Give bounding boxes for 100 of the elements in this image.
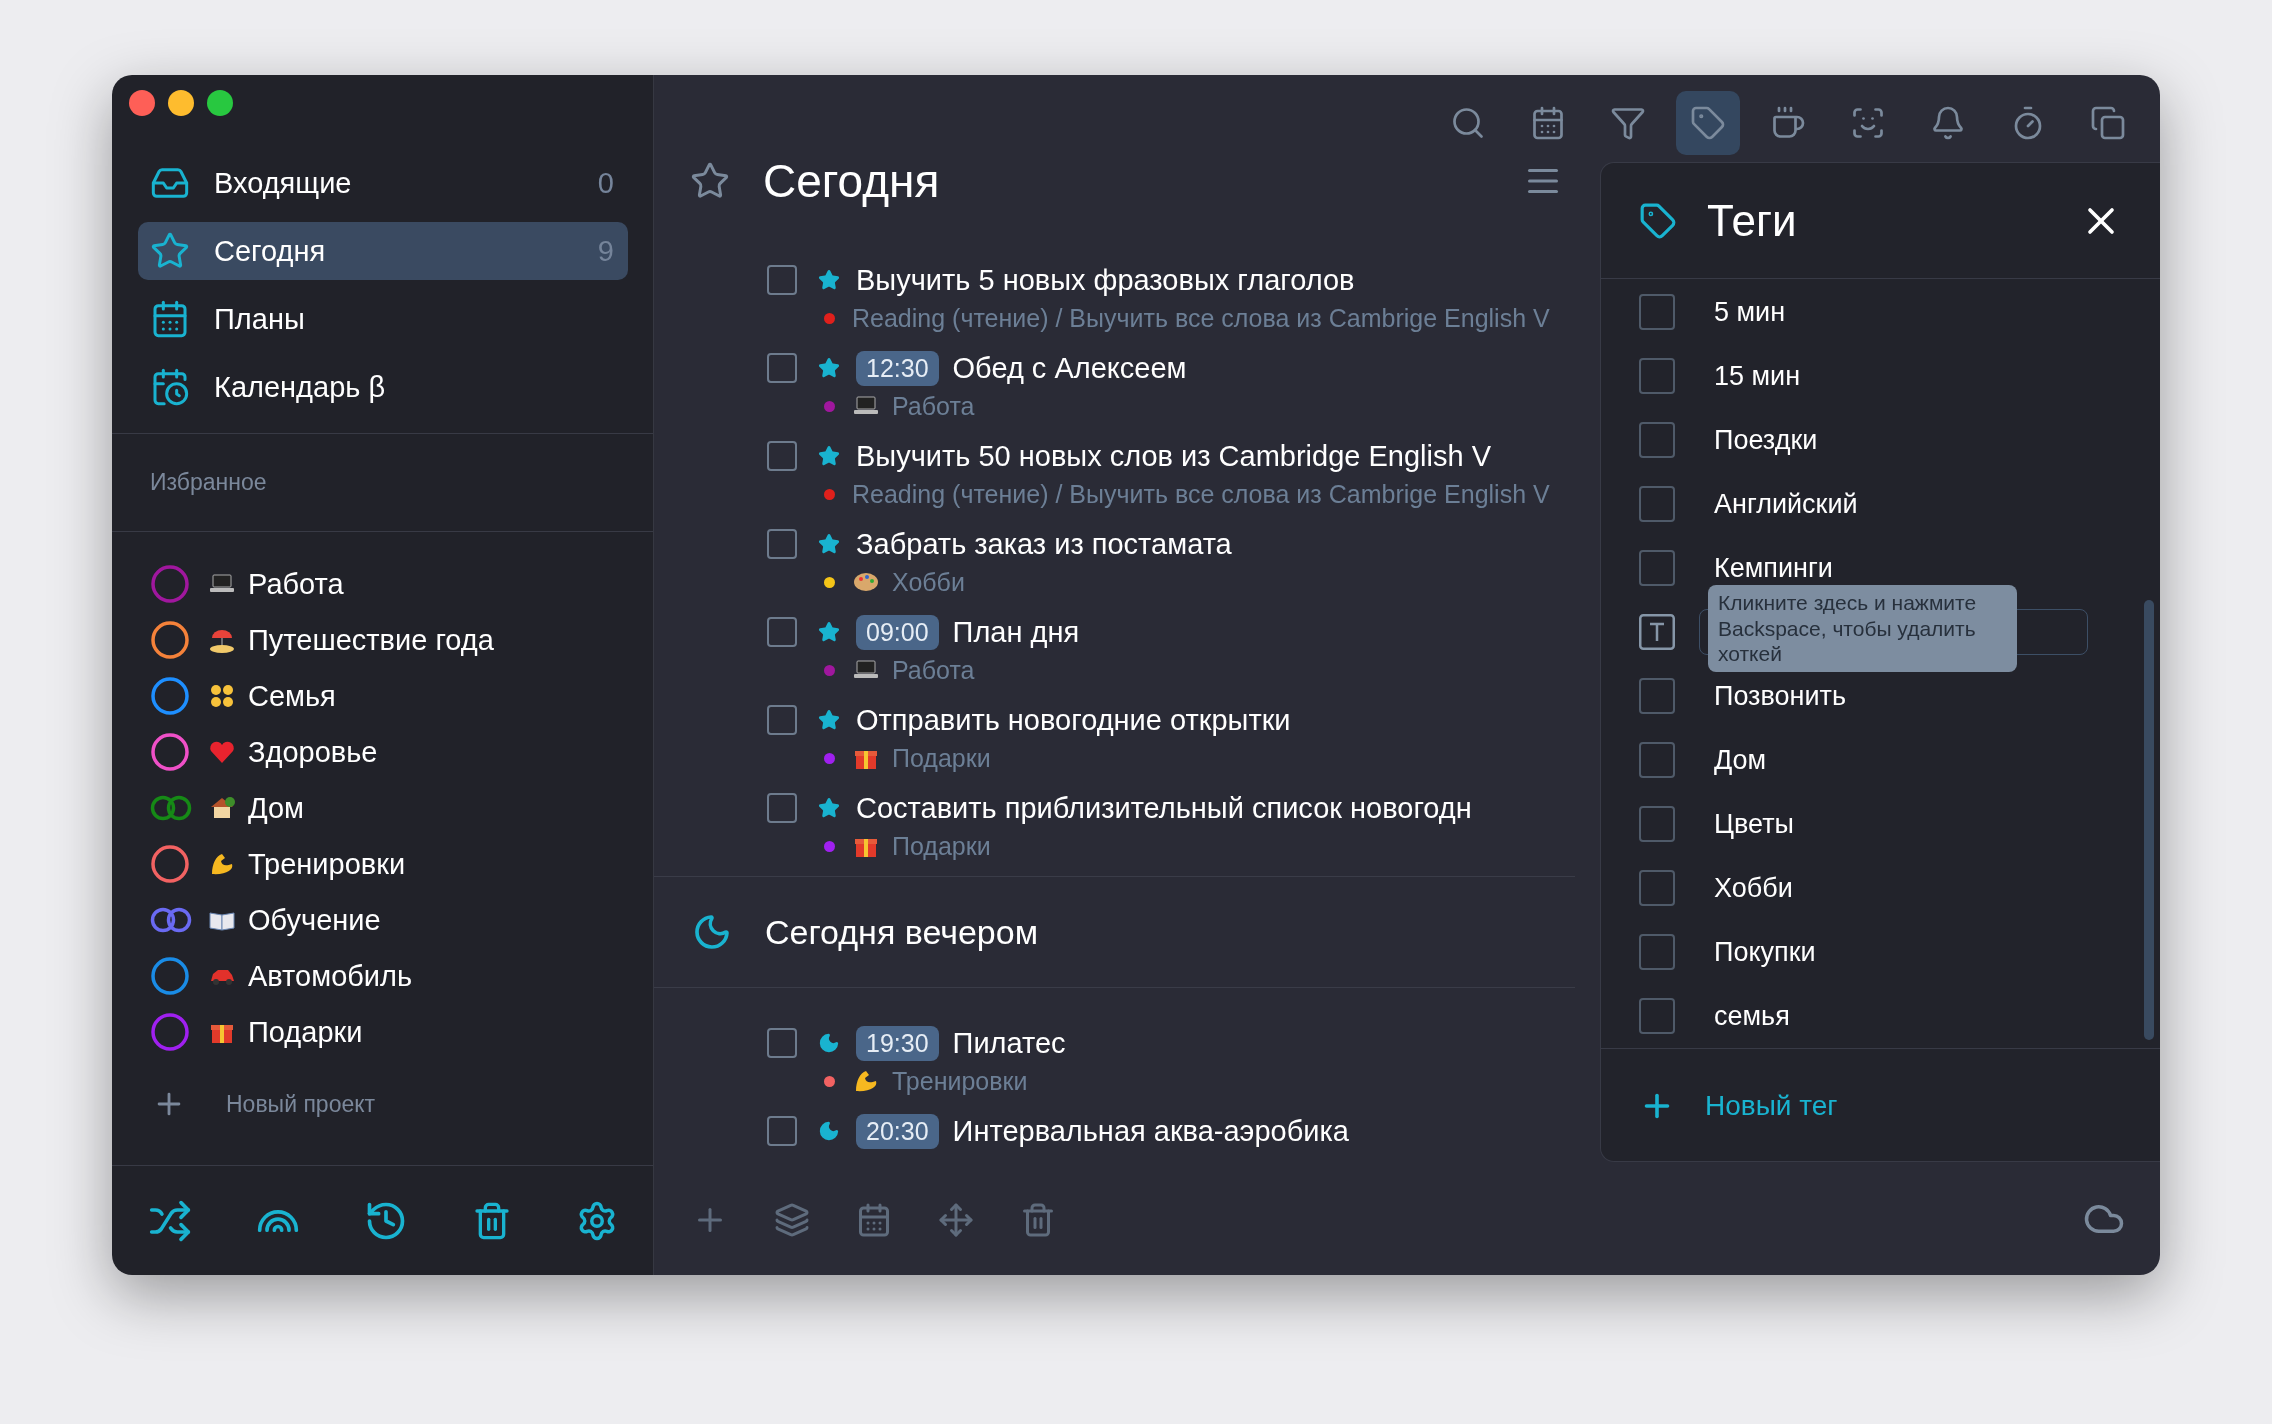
- project-item[interactable]: Подарки: [150, 1004, 653, 1060]
- project-item[interactable]: Обучение: [150, 892, 653, 948]
- minimize-window-button[interactable]: [168, 90, 194, 116]
- task-checkbox[interactable]: [767, 1028, 797, 1058]
- task-checkbox[interactable]: [767, 1116, 797, 1146]
- new-tag-label: Новый тег: [1705, 1089, 1838, 1122]
- family-icon: [208, 682, 236, 710]
- task-project: Reading (чтение) / Выучить все слова из Cambrige English V: [852, 303, 1550, 333]
- task-project: Работа: [892, 655, 975, 685]
- task-checkbox[interactable]: [767, 353, 797, 383]
- nav-count: 9: [597, 234, 614, 268]
- tag-checkbox[interactable]: [1639, 422, 1675, 458]
- nav-item[interactable]: Календарь β: [138, 358, 628, 416]
- project-label: Обучение: [248, 903, 381, 937]
- task-title[interactable]: Интервальная аква-аэробика: [952, 1114, 1349, 1148]
- task-title[interactable]: Составить приблизительный список новогодн: [856, 791, 1472, 825]
- project-label: Автомобиль: [248, 959, 413, 993]
- tag-label[interactable]: Кемпинги: [1714, 552, 1833, 584]
- tag-label[interactable]: Дом: [1714, 744, 1767, 776]
- nav-item[interactable]: Входящие 0: [138, 154, 628, 212]
- trash-icon[interactable]: [1020, 1202, 1056, 1238]
- task-checkbox[interactable]: [767, 529, 797, 559]
- star-icon: [818, 533, 840, 555]
- project-item[interactable]: Семья: [150, 668, 653, 724]
- nav-label: Входящие: [214, 166, 352, 200]
- task-checkbox[interactable]: [767, 617, 797, 647]
- task-project: Подарки: [892, 743, 991, 773]
- close-window-button[interactable]: [129, 90, 155, 116]
- nav-label: Сегодня: [214, 234, 326, 268]
- section-heading: Избранное: [150, 469, 267, 496]
- tag-label[interactable]: 5 мин: [1714, 296, 1786, 328]
- nav-item[interactable]: Сегодня 9: [138, 222, 628, 280]
- task-project: Работа: [892, 391, 975, 421]
- project-item[interactable]: Дом: [150, 780, 653, 836]
- nav-item[interactable]: Планы: [138, 290, 628, 348]
- task-title[interactable]: Обед с Алексеем: [952, 351, 1187, 385]
- tag-checkbox[interactable]: [1639, 486, 1675, 522]
- tag-checkbox[interactable]: [1639, 806, 1675, 842]
- tag-checkbox[interactable]: [1639, 550, 1675, 586]
- layers-icon[interactable]: [774, 1202, 810, 1238]
- tag-label[interactable]: Поездки: [1714, 424, 1818, 456]
- section-title: Сегодня вечером: [765, 912, 1039, 952]
- project-item[interactable]: Автомобиль: [150, 948, 653, 1004]
- tag-label[interactable]: Цветы: [1714, 808, 1794, 840]
- star-icon: [690, 161, 730, 201]
- task-title[interactable]: Выучить 5 новых фразовых глаголов: [856, 263, 1355, 297]
- project-label: Здоровье: [248, 735, 378, 769]
- tag-checkbox[interactable]: [1639, 934, 1675, 970]
- star-icon: [818, 709, 840, 731]
- task-title[interactable]: План дня: [952, 615, 1080, 649]
- nav-label: Планы: [214, 302, 305, 336]
- task-checkbox[interactable]: [767, 705, 797, 735]
- tag-checkbox[interactable]: [1639, 742, 1675, 778]
- moon-icon: [818, 1032, 840, 1054]
- task-title[interactable]: Выучить 50 новых слов из Cambridge English V: [856, 439, 1491, 473]
- task-checkbox[interactable]: [767, 441, 797, 471]
- tag-checkbox[interactable]: [1639, 678, 1675, 714]
- tag-label[interactable]: Покупки: [1714, 936, 1816, 968]
- tag-checkbox[interactable]: [1639, 358, 1675, 394]
- project-label: Дом: [248, 791, 305, 825]
- task-project: Тренировки: [892, 1066, 1028, 1096]
- zoom-window-button[interactable]: [207, 90, 233, 116]
- tag-checkbox[interactable]: [1639, 998, 1675, 1034]
- project-item[interactable]: Здоровье: [150, 724, 653, 780]
- calendar-icon[interactable]: [856, 1202, 892, 1238]
- text-format-icon[interactable]: [1639, 614, 1675, 650]
- shuffle-icon[interactable]: [148, 1198, 192, 1243]
- panel-title: Теги: [1707, 195, 1798, 246]
- scrollbar[interactable]: [2144, 600, 2154, 1040]
- star-icon: [818, 621, 840, 643]
- project-item[interactable]: Путешествие года: [150, 612, 653, 668]
- project-label: Тренировки: [248, 847, 406, 881]
- task-project: Reading (чтение) / Выучить все слова из Cambrige English V: [852, 479, 1550, 509]
- star-icon: [818, 269, 840, 291]
- tag-label[interactable]: Позвонить: [1714, 680, 1846, 712]
- star-icon: [818, 357, 840, 379]
- task-title[interactable]: Отправить новогодние открытки: [856, 703, 1291, 737]
- tag-button[interactable]: [1676, 91, 1740, 155]
- project-label: Семья: [248, 679, 336, 713]
- tag-checkbox[interactable]: [1639, 870, 1675, 906]
- new-tag-button[interactable]: Новый тег: [1639, 1087, 1838, 1124]
- list-title: Сегодня: [763, 154, 940, 208]
- project-item[interactable]: Работа: [150, 556, 653, 612]
- coffee-icon: [1770, 105, 1806, 141]
- tag-label[interactable]: Хобби: [1714, 872, 1793, 904]
- tag-label[interactable]: 15 мин: [1714, 360, 1801, 392]
- task-title[interactable]: Забрать заказ из постамата: [856, 527, 1232, 561]
- task-title[interactable]: Пилатес: [952, 1026, 1066, 1060]
- task-checkbox[interactable]: [767, 793, 797, 823]
- move-icon[interactable]: [938, 1202, 974, 1238]
- new-project-link[interactable]: Новый проект: [226, 1090, 376, 1118]
- task-checkbox[interactable]: [767, 265, 797, 295]
- tag-label[interactable]: Английский: [1714, 488, 1858, 520]
- tooltip: Кликните здесь и нажмите Backspace, чтобы удалить хоткей: [1708, 585, 2017, 672]
- project-label: Работа: [248, 567, 344, 601]
- project-item[interactable]: Тренировки: [150, 836, 653, 892]
- star-icon: [150, 231, 190, 271]
- tag-checkbox[interactable]: [1639, 294, 1675, 330]
- tag-label[interactable]: семья: [1714, 1000, 1790, 1032]
- project-label: Подарки: [248, 1015, 363, 1049]
